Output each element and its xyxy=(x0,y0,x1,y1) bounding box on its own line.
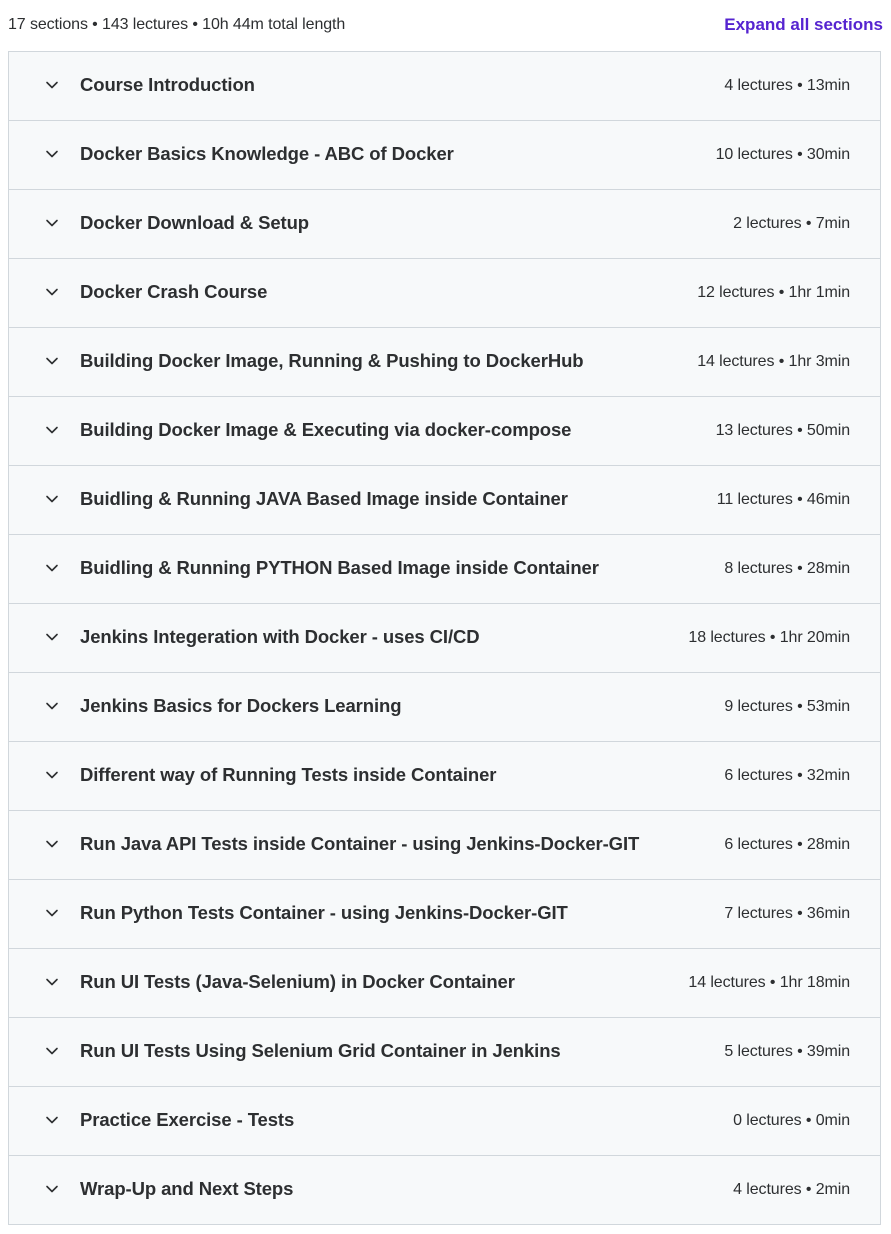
expand-all-sections-button[interactable]: Expand all sections xyxy=(724,15,883,35)
section-title: Run Python Tests Container - using Jenki… xyxy=(80,902,568,923)
section-title: Practice Exercise - Tests xyxy=(80,1109,295,1130)
section-list: Course Introduction 4 lectures • 13min D… xyxy=(8,51,881,1225)
section-row[interactable]: Jenkins Basics for Dockers Learning 9 le… xyxy=(9,673,880,742)
chevron-down-icon xyxy=(45,837,59,851)
section-meta: 12 lectures • 1hr 1min xyxy=(697,284,850,301)
section-row[interactable]: Docker Basics Knowledge - ABC of Docker … xyxy=(9,121,880,190)
section-title: Building Docker Image & Executing via do… xyxy=(80,419,572,440)
section-meta: 14 lectures • 1hr 18min xyxy=(688,974,850,991)
chevron-down-icon xyxy=(45,354,59,368)
section-title: Different way of Running Tests inside Co… xyxy=(80,764,497,785)
chevron-down-icon xyxy=(45,216,59,230)
section-title: Docker Download & Setup xyxy=(80,212,309,233)
section-meta: 5 lectures • 39min xyxy=(724,1043,850,1060)
chevron-down-icon xyxy=(45,906,59,920)
section-meta: 9 lectures • 53min xyxy=(724,698,850,715)
chevron-down-icon xyxy=(45,630,59,644)
section-meta: 4 lectures • 13min xyxy=(724,77,850,94)
section-row[interactable]: Run Java API Tests inside Container - us… xyxy=(9,811,880,880)
section-row[interactable]: Building Docker Image & Executing via do… xyxy=(9,397,880,466)
section-meta: 13 lectures • 50min xyxy=(715,422,851,439)
section-row[interactable]: Course Introduction 4 lectures • 13min xyxy=(9,52,880,121)
section-row[interactable]: Practice Exercise - Tests 0 lectures • 0… xyxy=(9,1087,880,1156)
section-meta: 4 lectures • 2min xyxy=(733,1181,850,1198)
section-title: Docker Basics Knowledge - ABC of Docker xyxy=(80,143,454,164)
section-row[interactable]: Buidling & Running PYTHON Based Image in… xyxy=(9,535,880,604)
section-meta: 6 lectures • 32min xyxy=(724,767,850,784)
section-meta: 0 lectures • 0min xyxy=(733,1112,850,1129)
section-title: Building Docker Image, Running & Pushing… xyxy=(80,350,584,371)
chevron-down-icon xyxy=(45,147,59,161)
curriculum-summary: 17 sections • 143 lectures • 10h 44m tot… xyxy=(8,16,346,33)
curriculum-header: 17 sections • 143 lectures • 10h 44m tot… xyxy=(0,0,891,51)
section-meta: 18 lectures • 1hr 20min xyxy=(688,629,850,646)
section-row[interactable]: Jenkins Integeration with Docker - uses … xyxy=(9,604,880,673)
section-row[interactable]: Docker Crash Course 12 lectures • 1hr 1m… xyxy=(9,259,880,328)
section-row[interactable]: Wrap-Up and Next Steps 4 lectures • 2min xyxy=(9,1156,880,1224)
section-meta: 7 lectures • 36min xyxy=(724,905,850,922)
chevron-down-icon xyxy=(45,423,59,437)
chevron-down-icon xyxy=(45,561,59,575)
chevron-down-icon xyxy=(45,1113,59,1127)
section-row[interactable]: Run UI Tests (Java-Selenium) in Docker C… xyxy=(9,949,880,1018)
chevron-down-icon xyxy=(45,1044,59,1058)
section-title: Jenkins Integeration with Docker - uses … xyxy=(80,626,480,647)
section-title: Run UI Tests (Java-Selenium) in Docker C… xyxy=(80,971,515,992)
section-meta: 8 lectures • 28min xyxy=(724,560,850,577)
chevron-down-icon xyxy=(45,1182,59,1196)
section-title: Run Java API Tests inside Container - us… xyxy=(80,833,640,854)
chevron-down-icon xyxy=(45,699,59,713)
section-meta: 6 lectures • 28min xyxy=(724,836,850,853)
section-title: Buidling & Running PYTHON Based Image in… xyxy=(80,557,599,578)
section-row[interactable]: Run Python Tests Container - using Jenki… xyxy=(9,880,880,949)
section-title: Buidling & Running JAVA Based Image insi… xyxy=(80,488,568,509)
chevron-down-icon xyxy=(45,492,59,506)
section-row[interactable]: Run UI Tests Using Selenium Grid Contain… xyxy=(9,1018,880,1087)
section-row[interactable]: Buidling & Running JAVA Based Image insi… xyxy=(9,466,880,535)
section-title: Docker Crash Course xyxy=(80,281,268,302)
section-meta: 2 lectures • 7min xyxy=(733,215,850,232)
chevron-down-icon xyxy=(45,975,59,989)
section-title: Jenkins Basics for Dockers Learning xyxy=(80,695,402,716)
section-row[interactable]: Building Docker Image, Running & Pushing… xyxy=(9,328,880,397)
section-row[interactable]: Different way of Running Tests inside Co… xyxy=(9,742,880,811)
chevron-down-icon xyxy=(45,768,59,782)
section-meta: 11 lectures • 46min xyxy=(716,491,850,508)
section-title: Course Introduction xyxy=(80,74,255,95)
section-title: Wrap-Up and Next Steps xyxy=(80,1178,294,1199)
chevron-down-icon xyxy=(45,78,59,92)
section-row[interactable]: Docker Download & Setup 2 lectures • 7mi… xyxy=(9,190,880,259)
chevron-down-icon xyxy=(45,285,59,299)
section-meta: 14 lectures • 1hr 3min xyxy=(697,353,850,370)
section-title: Run UI Tests Using Selenium Grid Contain… xyxy=(80,1040,561,1061)
section-meta: 10 lectures • 30min xyxy=(715,146,851,163)
